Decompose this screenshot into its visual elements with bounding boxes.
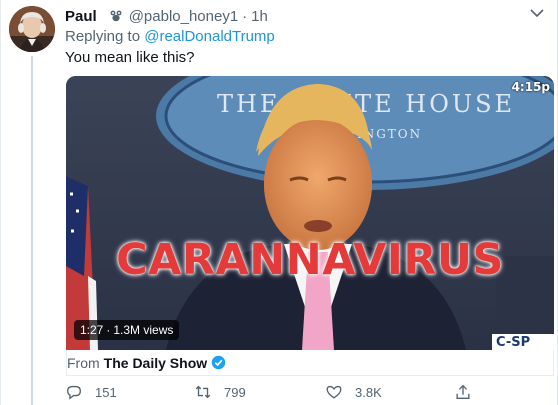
network-logo: C-SP	[492, 334, 554, 350]
like-button[interactable]: 3.8K	[325, 383, 382, 401]
tweet-timestamp[interactable]: 1h	[251, 8, 268, 25]
replying-to-line: Replying to @realDonaldTrump	[65, 28, 275, 45]
video-views: 1.3M views	[113, 323, 174, 337]
reply-button[interactable]: 151	[65, 383, 117, 401]
tweet-actions: 151 799 3.8K	[65, 381, 495, 403]
tweet-header: Paul @pablo_honey1 · 1h	[65, 6, 268, 26]
broadcast-time: 4:15p	[511, 80, 550, 94]
video-duration-views: 1:27 · 1.3M views	[74, 320, 180, 340]
video-player[interactable]: THE WHITE HOUSE WASHINGTON 4:15p CARANNA…	[66, 76, 554, 350]
retweet-button[interactable]: 799	[194, 383, 246, 401]
tweet-text: You mean like this?	[65, 49, 195, 66]
media-source: From The Daily Show	[66, 350, 554, 376]
video-caption: CARANNAVIRUS	[116, 235, 504, 285]
share-icon	[456, 384, 470, 399]
reply-count: 151	[95, 384, 117, 400]
thread-connector-line	[31, 56, 33, 405]
source-from-label: From	[67, 354, 100, 371]
verified-badge-icon	[211, 355, 226, 370]
separator-dot-small: ·	[106, 323, 111, 337]
replying-prefix: Replying to	[65, 28, 141, 45]
tweet-card: Paul @pablo_honey1 · 1h Replying to @rea…	[0, 0, 558, 405]
backdrop-sign-text: THE WHITE HOUSE	[217, 90, 515, 118]
share-button[interactable]	[454, 383, 472, 401]
more-options-icon	[530, 9, 544, 18]
avatar[interactable]	[9, 6, 55, 52]
replying-to-link[interactable]: @realDonaldTrump	[144, 28, 275, 45]
author-handle[interactable]: @pablo_honey1	[129, 8, 238, 25]
retweet-count: 799	[224, 384, 246, 400]
separator-dot: ·	[242, 7, 248, 25]
more-options-button[interactable]	[527, 4, 547, 22]
retweet-icon	[195, 385, 211, 399]
source-name-link[interactable]: The Daily Show	[104, 355, 207, 371]
author-name[interactable]: Paul	[65, 8, 97, 25]
portrait-avatar-image	[9, 6, 55, 52]
reply-icon	[67, 385, 81, 400]
like-count: 3.8K	[355, 384, 382, 400]
heart-icon	[326, 385, 342, 399]
face-emoji-icon	[109, 9, 123, 23]
video-duration: 1:27	[80, 323, 104, 337]
video-frame: THE WHITE HOUSE WASHINGTON	[66, 76, 554, 350]
